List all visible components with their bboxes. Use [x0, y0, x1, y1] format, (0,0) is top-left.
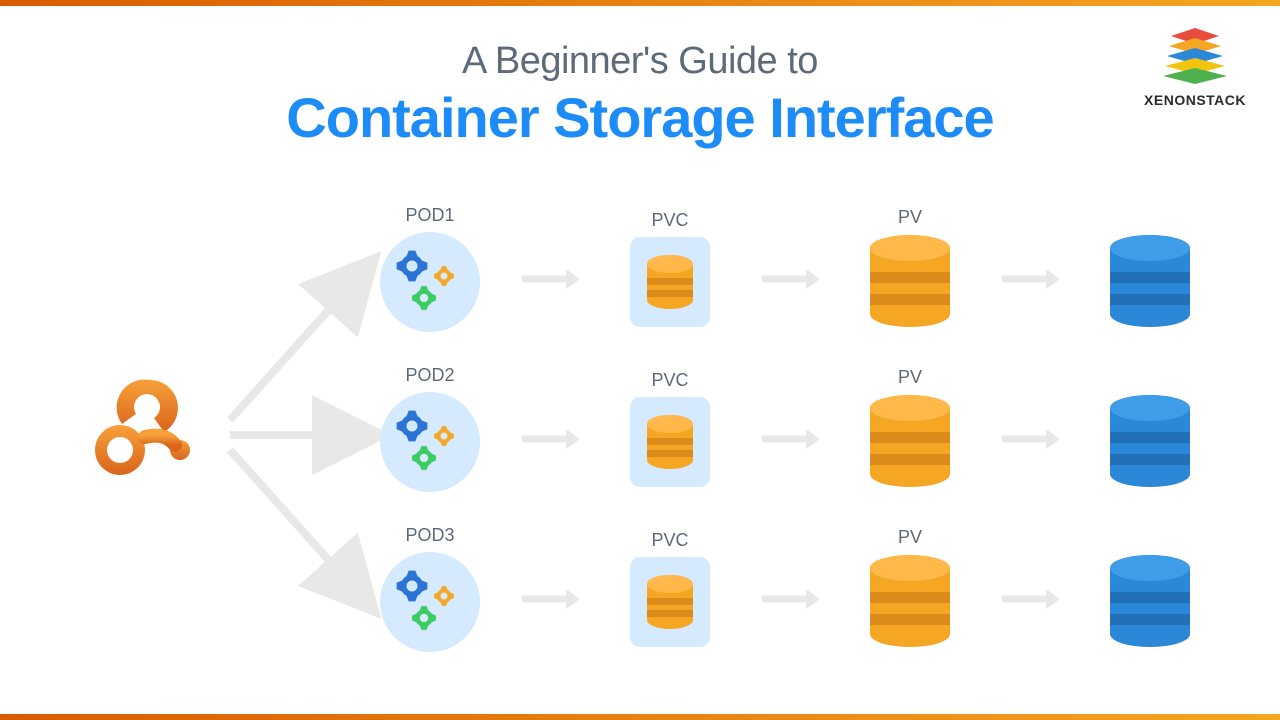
storage-icon [1107, 394, 1193, 490]
pod-icon [380, 232, 480, 332]
pv-label: PV [898, 207, 922, 228]
storage-node [1090, 527, 1210, 650]
pvc-node: PVC [610, 530, 730, 647]
pod-label: POD1 [405, 205, 454, 226]
pv-node: PV [850, 527, 970, 650]
arrow-icon [1000, 584, 1060, 614]
pvc-icon [630, 397, 710, 487]
arrow-icon [760, 424, 820, 454]
orchestrator-icon [90, 365, 220, 500]
storage-node [1090, 207, 1210, 330]
pvc-label: PVC [651, 530, 688, 551]
diagram-row: POD2 PVC PV [370, 365, 1210, 492]
top-accent-bar [0, 0, 1280, 6]
pv-label: PV [898, 527, 922, 548]
pod-node: POD1 [370, 205, 490, 332]
pv-node: PV [850, 207, 970, 330]
pvc-node: PVC [610, 210, 730, 327]
pvc-icon [630, 237, 710, 327]
pv-icon [867, 234, 953, 330]
storage-spacer [1147, 527, 1152, 548]
pod-icon [380, 392, 480, 492]
csi-diagram: POD1 PVC PV [90, 195, 1190, 685]
pvc-icon [630, 557, 710, 647]
page-heading: A Beginner's Guide to Container Storage … [0, 40, 1280, 150]
arrow-icon [1000, 424, 1060, 454]
pod-node: POD2 [370, 365, 490, 492]
pv-icon [867, 394, 953, 490]
pv-label: PV [898, 367, 922, 388]
storage-icon [1107, 554, 1193, 650]
pod-icon [380, 552, 480, 652]
storage-spacer [1147, 207, 1152, 228]
storage-icon [1107, 234, 1193, 330]
storage-node [1090, 367, 1210, 490]
pod-label: POD3 [405, 525, 454, 546]
branch-arrows [220, 245, 390, 625]
arrow-icon [520, 424, 580, 454]
storage-spacer [1147, 367, 1152, 388]
bottom-accent-bar [0, 714, 1280, 720]
pv-icon [867, 554, 953, 650]
diagram-row: POD1 PVC PV [370, 205, 1210, 332]
arrow-icon [520, 264, 580, 294]
pv-node: PV [850, 367, 970, 490]
arrow-icon [520, 584, 580, 614]
arrow-icon [760, 264, 820, 294]
arrow-icon [760, 584, 820, 614]
diagram-row: POD3 PVC PV [370, 525, 1210, 652]
pod-node: POD3 [370, 525, 490, 652]
pvc-label: PVC [651, 370, 688, 391]
page-subtitle: A Beginner's Guide to [0, 40, 1280, 83]
pvc-node: PVC [610, 370, 730, 487]
arrow-icon [1000, 264, 1060, 294]
pvc-label: PVC [651, 210, 688, 231]
pod-label: POD2 [405, 365, 454, 386]
page-title: Container Storage Interface [0, 85, 1280, 150]
